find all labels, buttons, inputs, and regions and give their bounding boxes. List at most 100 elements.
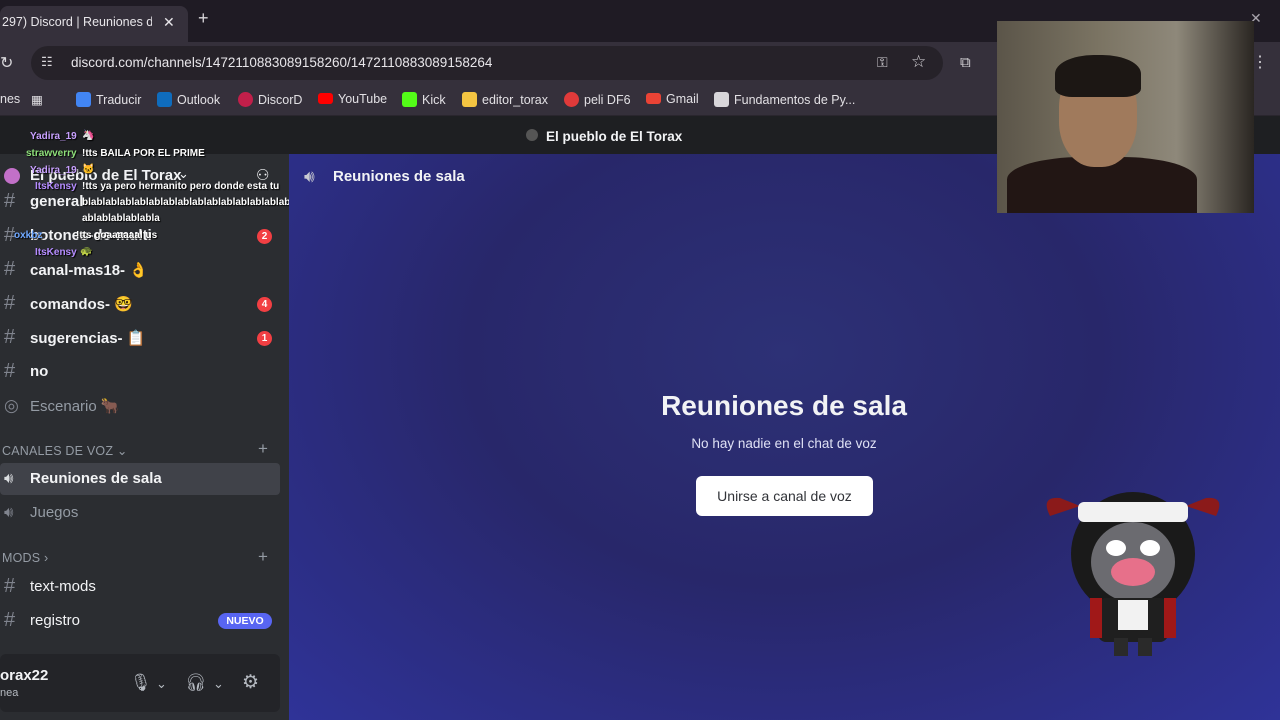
close-icon[interactable]: ✕ xyxy=(163,14,175,31)
key-icon[interactable]: ⚿ xyxy=(877,54,888,71)
server-title: El pueblo de El Torax xyxy=(546,129,683,144)
kick-icon xyxy=(402,92,417,107)
username[interactable]: orax22 xyxy=(0,667,48,684)
channel-label: general xyxy=(30,193,84,210)
join-voice-button[interactable]: Unirse a canal de voz xyxy=(696,476,873,516)
menu-dots-icon[interactable]: ⋮ xyxy=(1252,52,1268,72)
add-channel-icon[interactable]: + xyxy=(258,439,268,459)
chevron-down-icon: ⌄ xyxy=(178,166,189,181)
hash-icon: # xyxy=(4,292,16,314)
add-channel-icon[interactable]: + xyxy=(258,547,268,567)
bookmark-kick[interactable]: Kick xyxy=(402,92,446,107)
unread-badge: 2 xyxy=(257,229,272,244)
overlay-message: 🦄 xyxy=(82,130,95,141)
channel-label: canal-mas18- 👌 xyxy=(30,262,148,279)
bookmark-traducir[interactable]: Traducir xyxy=(76,92,141,107)
hash-icon: # xyxy=(4,326,16,348)
channel-label: no xyxy=(30,363,49,380)
overlay-message: 🐢 xyxy=(80,246,93,257)
channel-no[interactable]: # no xyxy=(0,356,280,388)
bookmark-editor-torax[interactable]: editor_torax xyxy=(462,92,548,107)
channel-canal-mas18[interactable]: # canal-mas18- 👌 xyxy=(0,254,280,286)
extensions-icon[interactable]: ⧉ xyxy=(960,54,971,71)
channel-header-title: Reuniones de sala xyxy=(333,168,465,185)
new-badge: NUEVO xyxy=(218,613,272,629)
channel-escenario[interactable]: ◎ Escenario 🐂 xyxy=(0,390,280,422)
star-icon[interactable]: ☆ xyxy=(911,52,926,72)
category-mods[interactable]: MODS › xyxy=(2,551,48,565)
overlay-message: !tts ya pero hermanito pero donde esta t… xyxy=(82,181,280,192)
voice-empty-subtitle: No hay nadie en el chat de voz xyxy=(691,436,877,451)
overlay-user: strawverry xyxy=(26,148,77,159)
channel-label: Juegos xyxy=(30,504,79,521)
bookmark-item[interactable]: nes xyxy=(0,92,20,106)
speaker-icon: 🔊︎ xyxy=(304,167,315,186)
gear-icon[interactable]: ⚙ xyxy=(242,671,259,694)
hash-icon: # xyxy=(4,609,16,631)
mascot-sticker xyxy=(1046,492,1220,656)
gmail-icon xyxy=(646,93,661,104)
microphone-icon[interactable]: 🎙︎ xyxy=(130,673,152,693)
chevron-down-icon[interactable]: ⌄ xyxy=(156,676,167,692)
speaker-icon: 🔊︎ xyxy=(4,470,14,487)
editor-icon xyxy=(462,92,477,107)
channel-label: text-mods xyxy=(30,578,96,595)
browser-tab[interactable]: 297) Discord | Reuniones de s ✕ xyxy=(0,6,188,42)
site-settings-icon[interactable]: ☷ xyxy=(41,54,59,72)
channel-text-mods[interactable]: # text-mods xyxy=(0,571,280,603)
tab-title: 297) Discord | Reuniones de s xyxy=(2,15,152,29)
hash-icon: # xyxy=(4,360,16,382)
translate-icon xyxy=(76,92,91,107)
outlook-icon xyxy=(157,92,172,107)
python-icon xyxy=(714,92,729,107)
overlay-message: !tts BAILA POR EL PRIME xyxy=(82,148,205,159)
server-icon xyxy=(526,129,538,141)
channel-label: sugerencias- 📋 xyxy=(30,330,146,347)
discord-icon xyxy=(238,92,253,107)
overlay-user: Yadira_19 xyxy=(30,131,77,142)
overlay-user: oxkbz xyxy=(14,230,43,241)
peli-icon xyxy=(564,92,579,107)
webcam-person-hair xyxy=(1055,55,1141,97)
category-voice[interactable]: CANALES DE VOZ ⌄ xyxy=(2,443,128,458)
channel-label: registro xyxy=(30,612,81,629)
webcam-overlay xyxy=(997,21,1254,213)
channel-label: comandos- 🤓 xyxy=(30,296,133,313)
hash-icon: # xyxy=(4,575,16,597)
reload-icon[interactable]: ↻ xyxy=(0,53,13,73)
bookmark-youtube[interactable]: YouTube xyxy=(318,92,387,106)
voice-empty-title: Reuniones de sala xyxy=(661,390,907,421)
speaker-icon: 🔊︎ xyxy=(4,504,14,521)
apps-grid-icon[interactable]: ▦ xyxy=(31,92,43,107)
guild-icon xyxy=(4,168,20,184)
overlay-message: ablablablablabla xyxy=(82,213,160,224)
bookmark-peli[interactable]: peli DF6 xyxy=(564,92,631,107)
channel-sugerencias[interactable]: # sugerencias- 📋 1 xyxy=(0,322,280,354)
user-status: nea xyxy=(0,687,19,699)
new-tab-icon[interactable]: + xyxy=(198,8,209,29)
bookmark-discord[interactable]: DiscorD xyxy=(238,92,302,107)
bookmark-gmail[interactable]: Gmail xyxy=(646,92,699,106)
user-panel: orax22 nea 🎙︎ ⌄ 🎧︎ ⌄ ⚙ xyxy=(0,654,280,712)
channel-label: Escenario 🐂 xyxy=(30,398,120,415)
channel-comandos[interactable]: # comandos- 🤓 4 xyxy=(0,288,280,320)
chevron-down-icon[interactable]: ⌄ xyxy=(213,676,224,692)
voice-channel-juegos[interactable]: 🔊︎ Juegos xyxy=(0,497,280,529)
overlay-user: ItsKensy xyxy=(35,181,77,192)
unread-badge: 4 xyxy=(257,297,272,312)
hash-icon: # xyxy=(4,190,16,212)
youtube-icon xyxy=(318,93,333,104)
hash-icon: # xyxy=(4,258,16,280)
voice-channel-reuniones[interactable]: 🔊︎ Reuniones de sala xyxy=(0,463,280,495)
address-bar[interactable]: ☷ discord.com/channels/14721108830891582… xyxy=(31,46,943,80)
bookmark-outlook[interactable]: Outlook xyxy=(157,92,220,107)
overlay-user: ItsKensy xyxy=(35,247,77,258)
overlay-message: blablablablablablablablablablablablablab… xyxy=(82,197,308,208)
url-text[interactable]: discord.com/channels/1472110883089158260… xyxy=(71,55,492,70)
unread-badge: 1 xyxy=(257,331,272,346)
headphones-icon[interactable]: 🎧︎ xyxy=(185,673,207,693)
overlay-message: !tts goaaaaaal us xyxy=(76,230,158,241)
overlay-message: 🐱 xyxy=(82,164,95,175)
bookmark-fundamentos[interactable]: Fundamentos de Py... xyxy=(714,92,855,107)
stage-icon: ◎ xyxy=(4,396,19,415)
